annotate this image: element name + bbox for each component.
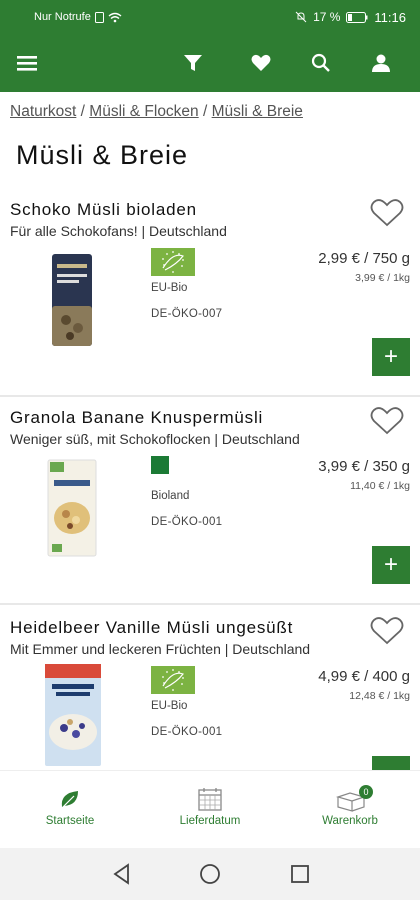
product-name[interactable]: Granola Banane Knuspermüsli [10, 408, 263, 428]
product-card[interactable]: Schoko Müsli bioladen Für alle Schokofan… [0, 192, 420, 397]
product-price: 4,99 € / 400 g [318, 668, 410, 685]
organic-code: DE-ÖKO-007 [151, 308, 223, 320]
product-card[interactable]: Granola Banane Knuspermüsli Weniger süß,… [0, 400, 420, 605]
breadcrumb-separator: / [80, 103, 85, 120]
eu-bio-logo-icon [151, 666, 195, 694]
app-bar [0, 34, 420, 92]
certification-label: Bioland [151, 490, 190, 502]
nav-item-startseite[interactable]: Startseite [0, 771, 140, 849]
organic-code: DE-ÖKO-001 [151, 516, 223, 528]
system-navigation-bar [0, 848, 420, 900]
menu-icon[interactable] [12, 47, 44, 79]
favorite-heart-icon[interactable] [370, 616, 404, 646]
battery-icon [346, 11, 368, 23]
home-circle-icon[interactable] [198, 862, 222, 886]
sim-icon [94, 11, 104, 23]
bottom-navigation: Startseite Lieferdatum 0 Warenkorb [0, 770, 420, 848]
cart-count-badge: 0 [359, 785, 373, 799]
breadcrumb-link-muesli-flocken[interactable]: Müsli & Flocken [89, 103, 198, 120]
nav-item-warenkorb[interactable]: 0 Warenkorb [280, 771, 420, 849]
add-to-cart-button[interactable] [372, 756, 410, 770]
leaf-icon [61, 791, 78, 809]
wifi-icon [108, 12, 122, 22]
organic-code: DE-ÖKO-001 [151, 726, 223, 738]
status-bar: Nur Notrufe 17 % 11:16 [0, 0, 420, 34]
favorite-heart-icon[interactable] [370, 198, 404, 228]
recents-square-icon[interactable] [288, 862, 312, 886]
breadcrumb-link-naturkost[interactable]: Naturkost [10, 103, 76, 120]
nav-label: Warenkorb [322, 815, 378, 827]
product-price: 2,99 € / 750 g [318, 250, 410, 267]
calendar-icon [198, 788, 222, 811]
clock: 11:16 [374, 9, 406, 25]
battery-percent: 17 % [313, 10, 341, 24]
favorite-heart-icon[interactable] [370, 406, 404, 436]
breadcrumb-link-muesli-breie[interactable]: Müsli & Breie [212, 103, 303, 120]
search-icon[interactable] [305, 47, 337, 79]
breadcrumb-separator: / [203, 103, 208, 120]
favorites-heart-icon[interactable] [245, 47, 277, 79]
filter-icon[interactable] [177, 47, 209, 79]
product-image[interactable] [44, 458, 100, 558]
unit-price: 12,48 € / 1kg [349, 690, 410, 702]
certification-label: EU-Bio [151, 700, 188, 712]
nav-label: Startseite [45, 815, 95, 827]
mute-icon [295, 11, 307, 23]
product-description: Für alle Schokofans! | Deutschland [10, 223, 227, 239]
nav-label: Lieferdatum [179, 815, 241, 827]
unit-price: 11,40 € / 1kg [350, 480, 410, 492]
user-icon[interactable] [365, 47, 397, 79]
product-name[interactable]: Heidelbeer Vanille Müsli ungesüßt [10, 618, 293, 638]
add-to-cart-button[interactable]: + [372, 546, 410, 584]
product-name[interactable]: Schoko Müsli bioladen [10, 200, 197, 220]
product-description: Weniger süß, mit Schokoflocken | Deutsch… [10, 431, 300, 447]
nav-item-lieferdatum[interactable]: Lieferdatum [140, 771, 280, 849]
product-price: 3,99 € / 350 g [318, 458, 410, 475]
add-to-cart-button[interactable]: + [372, 338, 410, 376]
breadcrumb: Naturkost / Müsli & Flocken / Müsli & Br… [10, 103, 303, 121]
back-triangle-icon[interactable] [110, 862, 134, 886]
product-description: Mit Emmer und leckeren Früchten | Deutsc… [10, 641, 311, 657]
unit-price: 3,99 € / 1kg [355, 272, 410, 284]
product-image[interactable] [42, 662, 104, 768]
eu-bio-logo-icon [151, 248, 195, 276]
certification-label: EU-Bio [151, 282, 188, 294]
status-carrier-text: Nur Notrufe [34, 11, 91, 23]
product-image[interactable] [44, 250, 100, 350]
page-title: Müsli & Breie [16, 140, 189, 170]
